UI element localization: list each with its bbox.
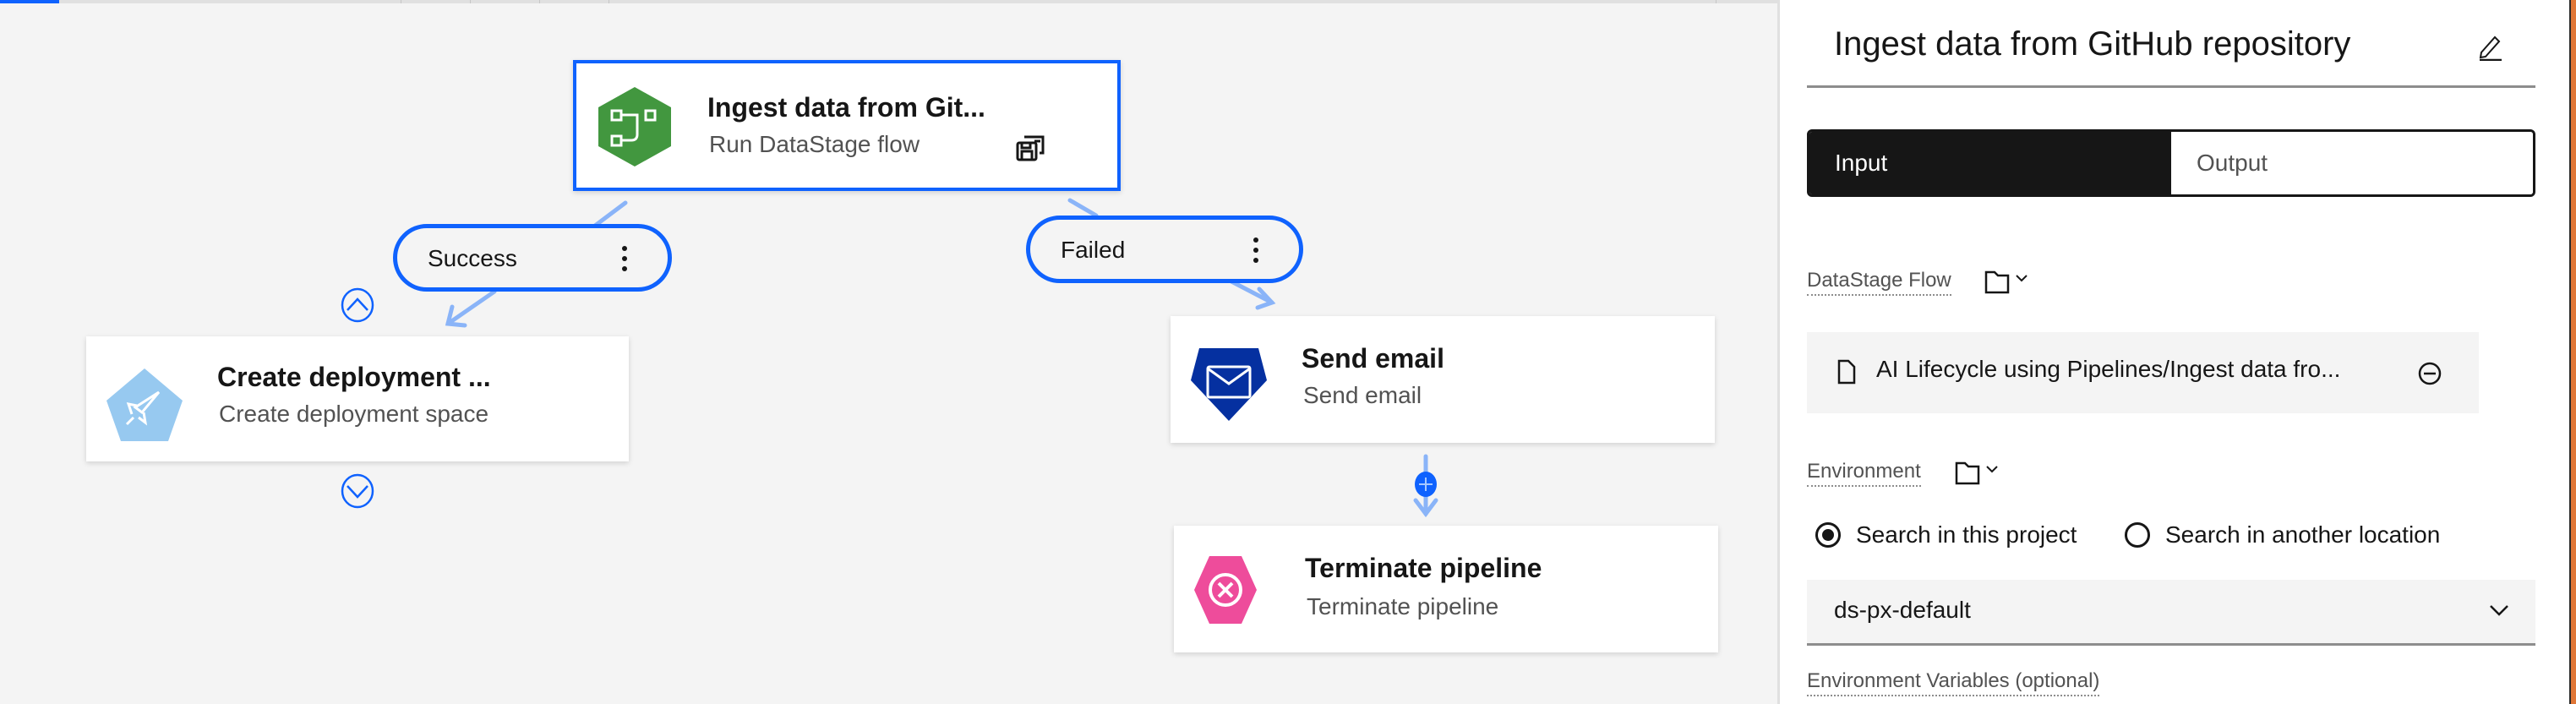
chevron-down-icon [2490, 605, 2508, 616]
rocket-icon [106, 368, 183, 441]
radio-search-another-location[interactable]: Search in another location [2125, 521, 2440, 548]
link-label-text: Success [428, 245, 517, 271]
radio-search-this-project[interactable]: Search in this project [1815, 521, 2077, 548]
panel-title: Ingest data from GitHub repository [1834, 25, 2351, 63]
remove-icon[interactable] [2417, 361, 2442, 386]
overflow-menu-icon[interactable] [1252, 233, 1260, 267]
link-failed-lower[interactable] [1229, 279, 1274, 305]
node-title: Create deployment ... [217, 362, 491, 392]
node-subtitle: Terminate pipeline [1307, 593, 1499, 619]
node-subtitle: Run DataStage flow [709, 131, 920, 157]
link-label-failed[interactable]: Failed [1026, 216, 1303, 283]
window-edge-strip [2569, 0, 2576, 704]
node-send-email[interactable]: Send email Send email [1171, 316, 1715, 443]
node-title: Ingest data from Git... [707, 92, 985, 123]
input-output-switcher: Input Output [1807, 129, 2535, 197]
edit-icon[interactable] [2478, 32, 2503, 61]
terminate-icon [1194, 556, 1257, 624]
radio-label: Search in this project [1856, 521, 2077, 548]
node-create-deployment[interactable]: Create deployment ... Create deployment … [86, 336, 629, 461]
collapse-up-icon[interactable] [341, 287, 374, 323]
title-divider [1807, 85, 2535, 88]
environment-variables-label[interactable]: Environment Variables (optional) [1807, 669, 2100, 696]
environment-select[interactable]: ds-px-default [1807, 580, 2535, 646]
datastage-flow-icon [598, 87, 671, 166]
link-label-text: Failed [1061, 237, 1126, 263]
node-subtitle: Send email [1303, 382, 1422, 408]
tab-input[interactable]: Input [1809, 132, 2171, 194]
link-label-success[interactable]: Success [393, 224, 672, 292]
link-failed-upper[interactable] [1067, 198, 1099, 218]
tab-output[interactable]: Output [2171, 132, 2533, 194]
node-terminate-pipeline[interactable]: Terminate pipeline Terminate pipeline [1174, 526, 1718, 652]
overflow-menu-icon[interactable] [620, 242, 629, 276]
expand-down-icon[interactable] [341, 473, 374, 509]
environment-select-value: ds-px-default [1834, 597, 1971, 623]
node-ingest-data[interactable]: Ingest data from Git... Run DataStage fl… [573, 60, 1121, 191]
add-node-button[interactable] [1415, 472, 1437, 497]
selected-flow-path: AI Lifecycle using Pipelines/Ingest data… [1876, 356, 2341, 382]
node-subtitle: Create deployment space [219, 401, 489, 427]
link-success-lower[interactable] [445, 289, 497, 326]
radio-button-checked[interactable] [1815, 522, 1841, 548]
radio-label: Search in another location [2165, 521, 2441, 548]
datastage-flow-label[interactable]: DataStage Flow [1807, 269, 1951, 296]
radio-button-unchecked[interactable] [2125, 522, 2150, 548]
folder-dropdown-icon[interactable] [1955, 460, 2006, 485]
properties-panel: Ingest data from GitHub repository Input… [1777, 0, 2571, 704]
node-title: Terminate pipeline [1305, 553, 1542, 583]
node-title: Send email [1302, 343, 1444, 374]
selected-flow-field: AI Lifecycle using Pipelines/Ingest data… [1807, 332, 2479, 413]
environment-label[interactable]: Environment [1807, 460, 1921, 487]
email-icon [1191, 348, 1267, 421]
save-flow-icon[interactable] [1016, 133, 1045, 161]
folder-dropdown-icon[interactable] [1984, 269, 2035, 294]
document-icon [1837, 359, 1856, 385]
